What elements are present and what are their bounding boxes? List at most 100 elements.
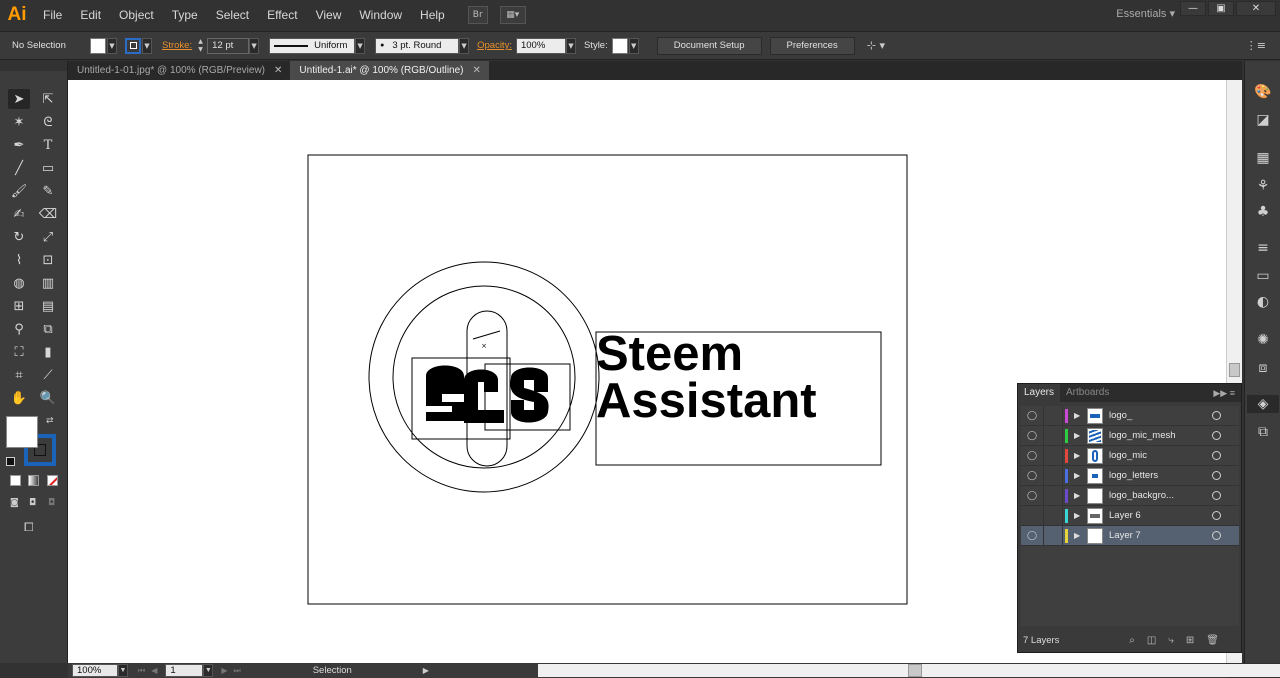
target-icon[interactable] [1212,431,1221,440]
swatches-panel-icon[interactable]: ▦ [1253,149,1273,167]
layer-row[interactable]: ▶ Layer 6 [1021,505,1239,526]
opacity-dropdown[interactable]: ▼ [565,37,576,54]
none-mode-icon[interactable] [47,475,58,486]
gradient-panel-icon[interactable]: ▭ [1253,267,1273,285]
gradient-mode-icon[interactable] [28,475,39,486]
stroke-panel-icon[interactable]: ≡ [1253,239,1273,257]
stroke-label[interactable]: Stroke: [162,40,192,51]
layers-panel-icon[interactable]: ◈ [1247,395,1279,413]
menu-edit[interactable]: Edit [71,0,110,30]
layer-name[interactable]: logo_ [1109,410,1201,421]
layer-row[interactable]: ◯ ▶ logo_backgro... [1021,485,1239,506]
fill-swatch[interactable] [90,37,106,54]
rotate-tool-icon[interactable]: ↻ [8,227,30,247]
horizontal-scroll-thumb[interactable] [908,664,922,677]
free-transform-tool-icon[interactable]: ⊡ [37,250,59,270]
direct-selection-tool-icon[interactable]: ⇱ [37,89,59,109]
zoom-tool-icon[interactable]: 🔍 [37,388,59,408]
color-guide-icon[interactable]: ◪ [1253,111,1273,129]
target-icon[interactable] [1212,531,1221,540]
lock-column[interactable] [1043,425,1063,446]
next-artboard-icon[interactable]: ▶ [221,666,227,675]
target-icon[interactable] [1212,451,1221,460]
brushes-panel-icon[interactable]: ⚘ [1253,177,1273,195]
close-icon[interactable]: ✕ [473,61,481,80]
layer-name[interactable]: Layer 6 [1109,510,1201,521]
magic-wand-tool-icon[interactable]: ✶ [8,112,30,132]
zoom-field[interactable]: 100% [72,664,118,677]
artwork-text-steem[interactable]: Steem [596,327,743,381]
fill-color-box[interactable] [6,416,38,448]
prev-artboard-icon[interactable]: ◀ [151,666,157,675]
delete-layer-icon[interactable]: 🗑 [1206,635,1219,646]
visibility-eye-icon[interactable]: ◯ [1021,471,1043,481]
logo-letter-x[interactable] [464,369,504,424]
lock-column[interactable] [1043,405,1063,426]
menu-file[interactable]: File [34,0,71,30]
artboard-field[interactable]: 1 [165,664,204,677]
draw-normal-icon[interactable]: ◙ [10,498,23,509]
menu-window[interactable]: Window [350,0,411,30]
lock-column[interactable] [1043,445,1063,466]
visibility-eye-icon[interactable]: ◯ [1021,451,1043,461]
menu-view[interactable]: View [307,0,351,30]
make-clipping-mask-icon[interactable]: ◫ [1147,635,1156,646]
layer-row[interactable]: ◯ ▶ logo_mic_mesh [1021,425,1239,446]
column-graph-tool-icon[interactable]: ▮ [37,342,59,362]
symbol-sprayer-tool-icon[interactable]: ⛶ [8,342,30,362]
menu-select[interactable]: Select [207,0,258,30]
fill-dropdown[interactable]: ▼ [107,37,117,54]
blob-brush-tool-icon[interactable]: ✍ [8,204,30,224]
layer-name[interactable]: Layer 7 [1109,530,1201,541]
lock-column[interactable] [1043,505,1063,526]
expand-triangle-icon[interactable]: ▶ [1074,491,1084,500]
blend-tool-icon[interactable]: ⧉ [37,319,59,339]
artwork-text-assistant[interactable]: Assistant [596,374,817,428]
eraser-tool-icon[interactable]: ⌫ [37,204,59,224]
menu-object[interactable]: Object [110,0,163,30]
target-icon[interactable] [1212,411,1221,420]
gradient-tool-icon[interactable]: ▤ [37,296,59,316]
slice-tool-icon[interactable]: ⟋ [37,365,59,385]
tab-layers[interactable]: Layers [1018,384,1061,402]
scale-tool-icon[interactable]: ⤢ [37,227,59,247]
artboards-panel-icon[interactable]: ⧉ [1253,423,1273,441]
color-mode-icon[interactable] [10,475,21,486]
expand-triangle-icon[interactable]: ▶ [1074,511,1084,520]
maximize-button[interactable]: ▣ [1208,1,1234,16]
default-fill-stroke-icon[interactable] [6,457,15,466]
type-tool-icon[interactable]: T [37,135,59,155]
preferences-button[interactable]: Preferences [769,36,855,55]
hand-tool-icon[interactable]: ✋ [8,388,30,408]
tools-panel-grip[interactable] [0,61,67,71]
mic-mesh-line[interactable] [472,330,501,340]
target-icon[interactable] [1212,491,1221,500]
lasso-tool-icon[interactable]: ᘓ [37,112,59,132]
pen-tool-icon[interactable]: ✒ [8,135,30,155]
stroke-stepper[interactable]: ▲ ▼ [196,38,205,54]
visibility-eye-icon[interactable]: ◯ [1021,431,1043,441]
rectangle-tool-icon[interactable]: ▭ [37,158,59,178]
stroke-profile-dropdown[interactable]: ▼ [355,37,366,54]
draw-inside-icon[interactable]: ◘ [48,498,61,509]
expand-triangle-icon[interactable]: ▶ [1074,411,1084,420]
layer-name[interactable]: logo_mic_mesh [1109,430,1201,441]
stroke-swatch[interactable] [125,37,141,54]
draw-behind-icon[interactable]: ◘ [29,498,42,509]
target-icon[interactable] [1212,511,1221,520]
panel-menu-icon[interactable]: ▶▶ ≡ [1213,388,1241,399]
opacity-label[interactable]: Opacity: [477,40,512,51]
shape-builder-tool-icon[interactable]: ◍ [8,273,30,293]
layer-row[interactable]: ◯ ▶ logo_mic [1021,445,1239,466]
layer-row[interactable]: ◯ ▶ logo_letters [1021,465,1239,486]
menu-type[interactable]: Type [163,0,207,30]
paintbrush-tool-icon[interactable]: 🖌 [8,181,30,201]
appearance-panel-icon[interactable]: ✺ [1253,331,1273,349]
visibility-eye-icon[interactable]: ◯ [1021,531,1043,541]
mesh-tool-icon[interactable]: ⊞ [8,296,30,316]
expand-triangle-icon[interactable]: ▶ [1074,531,1084,540]
layer-name[interactable]: logo_letters [1109,470,1201,481]
transparency-panel-icon[interactable]: ◐ [1253,293,1273,311]
last-artboard-icon[interactable]: ⏭ [234,666,241,676]
visibility-eye-icon[interactable]: ◯ [1021,491,1043,501]
